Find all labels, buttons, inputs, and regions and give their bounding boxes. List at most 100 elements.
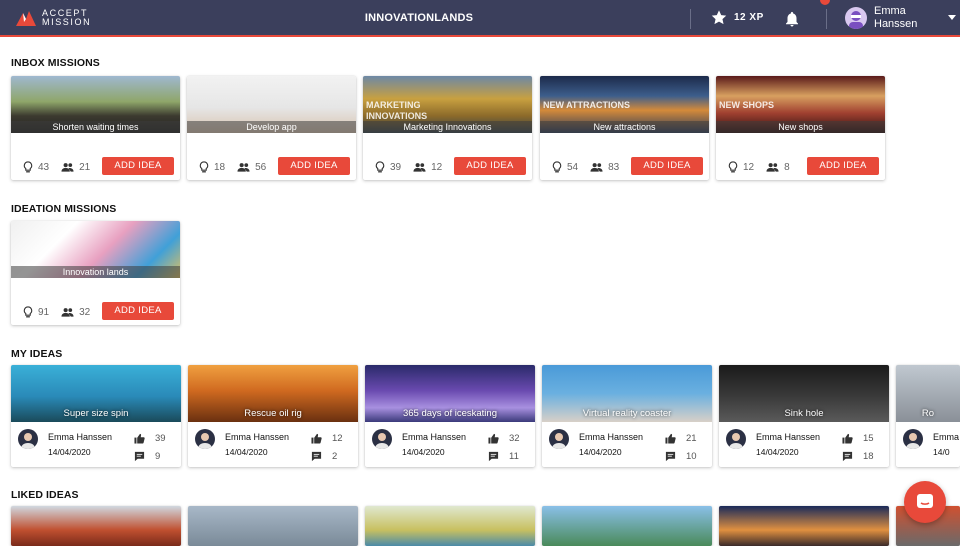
liked-idea-card[interactable]	[11, 506, 181, 546]
avatar[interactable]	[903, 429, 923, 449]
xp-counter[interactable]: 12 XP	[710, 9, 764, 26]
idea-title: Virtual reality coaster	[582, 408, 672, 419]
author-name[interactable]: Emma Hanssen	[48, 432, 112, 442]
idea-date: 14/04/2020	[225, 447, 268, 457]
idea-image[interactable]: Ro	[896, 365, 960, 422]
comment-count: 2	[332, 451, 338, 462]
mission-image[interactable]: NEW SHOPS New shops	[716, 76, 885, 133]
like-button[interactable]: 32	[488, 433, 520, 444]
author-name[interactable]: Emma Hanssen	[756, 432, 820, 442]
mission-card[interactable]: Develop app 18 56 ADD IDEA	[187, 76, 356, 180]
mission-card[interactable]: NEW ATTRACTIONS New attractions 54 83 AD…	[540, 76, 709, 180]
liked-idea-image[interactable]	[542, 506, 712, 546]
mission-image[interactable]: NEW ATTRACTIONS New attractions	[540, 76, 709, 133]
lightbulb-icon	[199, 161, 209, 173]
liked-idea-image[interactable]	[188, 506, 358, 546]
avatar[interactable]	[726, 429, 746, 449]
liked-idea-card[interactable]	[719, 506, 889, 546]
like-count: 32	[509, 433, 520, 444]
xp-value: 12 XP	[734, 12, 764, 23]
like-button[interactable]: 12	[311, 433, 343, 444]
mission-stats: 39 12	[375, 161, 454, 173]
mission-stats: 54 83	[552, 161, 631, 173]
author-name[interactable]: Emma	[933, 432, 959, 442]
comment-count: 9	[155, 451, 161, 462]
liked-idea-image[interactable]	[719, 506, 889, 546]
mission-image[interactable]: MARKETING INNOVATIONS Marketing Innovati…	[363, 76, 532, 133]
idea-card[interactable]: Super size spin Emma Hanssen 14/04/2020 …	[11, 365, 181, 467]
liked-idea-card[interactable]	[188, 506, 358, 546]
user-menu[interactable]: Emma Hanssen	[845, 5, 956, 31]
lightbulb-icon	[728, 161, 738, 173]
star-icon	[711, 10, 727, 25]
mission-image[interactable]: Innovation lands	[11, 221, 180, 278]
add-idea-button[interactable]: ADD IDEA	[102, 157, 174, 175]
liked-idea-card[interactable]	[542, 506, 712, 546]
idea-card[interactable]: 365 days of iceskating Emma Hanssen 14/0…	[365, 365, 535, 467]
comment-button[interactable]: 11	[488, 451, 519, 462]
author-name[interactable]: Emma Hanssen	[402, 432, 466, 442]
mission-stats: 91 32	[23, 306, 102, 318]
mission-title: Marketing Innovations	[363, 121, 532, 133]
idea-date: 14/04/2020	[402, 447, 445, 457]
add-idea-button[interactable]: ADD IDEA	[807, 157, 879, 175]
lightbulb-icon	[375, 161, 385, 173]
mission-card[interactable]: Shorten waiting times 43 21 ADD IDEA	[11, 76, 180, 180]
avatar[interactable]	[195, 429, 215, 449]
mission-card[interactable]: MARKETING INNOVATIONS Marketing Innovati…	[363, 76, 532, 180]
idea-title: Sink hole	[784, 408, 824, 419]
idea-image[interactable]: Rescue oil rig	[188, 365, 358, 422]
comment-button[interactable]: 2	[311, 451, 337, 462]
idea-image[interactable]: Super size spin	[11, 365, 181, 422]
idea-card[interactable]: Ro Emma 14/0	[896, 365, 960, 467]
lightbulb-icon	[23, 161, 33, 173]
liked-idea-image[interactable]	[365, 506, 535, 546]
mission-card[interactable]: Innovation lands 91 32 ADD IDEA	[11, 221, 180, 325]
idea-count: 54	[567, 161, 579, 173]
idea-image[interactable]: Sink hole	[719, 365, 889, 422]
avatar[interactable]	[549, 429, 569, 449]
mission-image[interactable]: Develop app	[187, 76, 356, 133]
divider	[690, 9, 691, 29]
author-name[interactable]: Emma Hanssen	[579, 432, 643, 442]
mission-image[interactable]: Shorten waiting times	[11, 76, 180, 133]
mission-card[interactable]: NEW SHOPS New shops 12 8 ADD IDEA	[716, 76, 885, 180]
add-idea-button[interactable]: ADD IDEA	[102, 302, 174, 320]
idea-title: 365 days of iceskating	[402, 408, 497, 419]
chat-icon	[917, 494, 933, 508]
comment-button[interactable]: 10	[665, 451, 697, 462]
chat-button[interactable]	[904, 481, 946, 523]
idea-date: 14/04/2020	[579, 447, 622, 457]
like-button[interactable]: 15	[842, 433, 874, 444]
like-count: 21	[686, 433, 697, 444]
idea-card[interactable]: Rescue oil rig Emma Hanssen 14/04/2020 1…	[188, 365, 358, 467]
add-idea-button[interactable]: ADD IDEA	[278, 157, 350, 175]
add-idea-button[interactable]: ADD IDEA	[631, 157, 703, 175]
thumb-up-icon	[665, 433, 676, 444]
user-last-name: Hanssen	[874, 18, 918, 30]
thumb-up-icon	[311, 433, 322, 444]
liked-idea-card[interactable]	[365, 506, 535, 546]
author-name[interactable]: Emma Hanssen	[225, 432, 289, 442]
comment-button[interactable]: 18	[842, 451, 874, 462]
add-idea-button[interactable]: ADD IDEA	[454, 157, 526, 175]
avatar[interactable]	[18, 429, 38, 449]
idea-count: 18	[214, 161, 226, 173]
comment-button[interactable]: 9	[134, 451, 160, 462]
thumb-up-icon	[488, 433, 499, 444]
mission-image-overlay-text: MARKETING INNOVATIONS	[366, 100, 428, 121]
user-first-name: Emma	[874, 5, 906, 17]
like-button[interactable]: 21	[665, 433, 697, 444]
like-button[interactable]: 39	[134, 433, 166, 444]
user-avatar	[845, 7, 867, 29]
idea-image[interactable]: Virtual reality coaster	[542, 365, 712, 422]
avatar[interactable]	[372, 429, 392, 449]
idea-card[interactable]: Virtual reality coaster Emma Hanssen 14/…	[542, 365, 712, 467]
participant-count: 32	[79, 306, 91, 318]
idea-image[interactable]: 365 days of iceskating	[365, 365, 535, 422]
idea-card[interactable]: Sink hole Emma Hanssen 14/04/2020 15 18	[719, 365, 889, 467]
liked-idea-image[interactable]	[11, 506, 181, 546]
comment-icon	[134, 451, 145, 462]
notifications-button[interactable]	[783, 9, 801, 34]
idea-date: 14/0	[933, 447, 950, 457]
